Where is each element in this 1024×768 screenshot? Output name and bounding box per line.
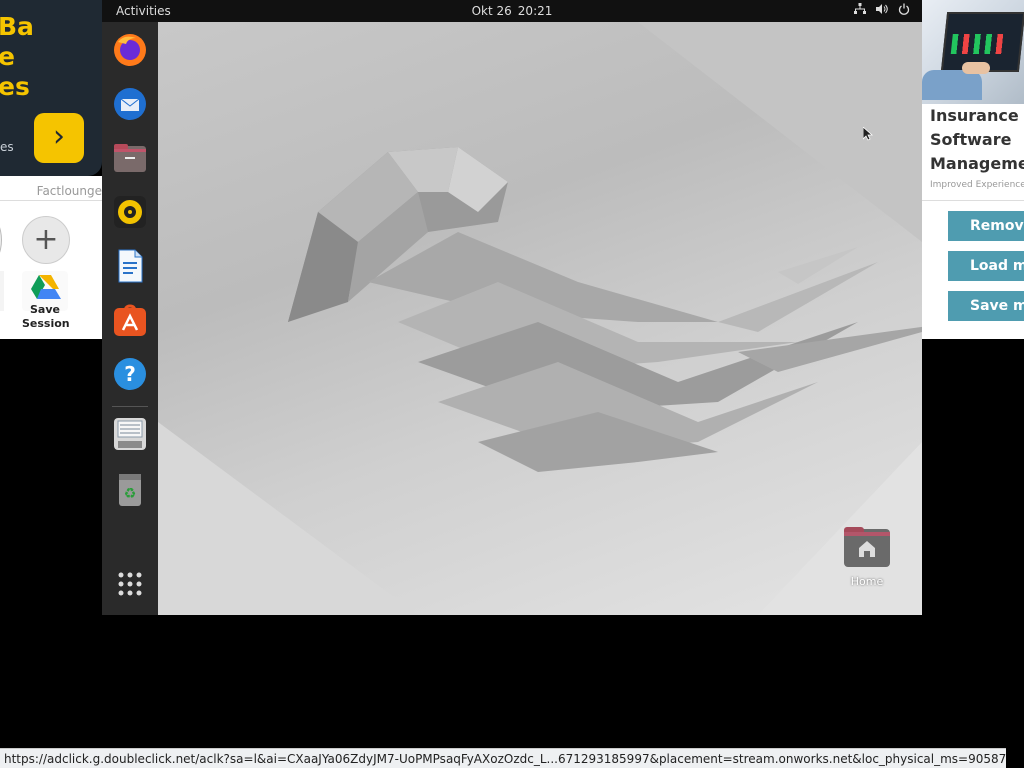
files-icon[interactable] bbox=[112, 140, 148, 176]
dock: ? ♻ bbox=[102, 22, 158, 615]
left-tool-panel: + Save Session bbox=[0, 200, 102, 339]
ad-title: Insurance Software Managemen bbox=[930, 104, 1024, 176]
dock-separator bbox=[112, 406, 148, 407]
desktop-wallpaper[interactable]: Home bbox=[158, 22, 922, 615]
firefox-icon[interactable] bbox=[112, 32, 148, 68]
left-advertisement[interactable]: Ba e es es › bbox=[0, 0, 102, 176]
save-drive-icon[interactable] bbox=[112, 416, 148, 452]
gnome-top-bar: Activities Okt 26 20:21 bbox=[102, 0, 922, 22]
chevron-right-icon: › bbox=[53, 119, 65, 154]
ad-person-arm bbox=[922, 70, 982, 100]
clock-time: 20:21 bbox=[517, 4, 553, 18]
ad-small-text: es bbox=[0, 140, 14, 154]
google-drive-icon bbox=[31, 275, 61, 299]
vm-desktop[interactable]: Activities Okt 26 20:21 ? ♻ Home bbox=[102, 0, 922, 615]
save-session-label: Save Session bbox=[22, 303, 70, 330]
right-tool-panel: Remove Load my Save my bbox=[922, 200, 1024, 339]
volume-icon bbox=[876, 4, 888, 14]
clock[interactable]: Okt 26 20:21 bbox=[102, 4, 922, 18]
ad-title-line-1: Insurance bbox=[930, 106, 1019, 125]
ad-brand: Factlounge bbox=[36, 184, 102, 198]
thunderbird-icon[interactable] bbox=[112, 86, 148, 122]
svg-text:♻: ♻ bbox=[124, 486, 137, 502]
rhythmbox-icon[interactable] bbox=[112, 194, 148, 230]
ad-title-line-3: Managemen bbox=[930, 154, 1024, 173]
svg-text:?: ? bbox=[124, 362, 136, 386]
ad-person-hand bbox=[962, 62, 990, 74]
add-button[interactable]: + bbox=[22, 216, 70, 264]
ad-subtitle: Improved Experiences bbox=[930, 180, 1024, 190]
ad-image bbox=[922, 0, 1024, 104]
libreoffice-writer-icon[interactable] bbox=[112, 248, 148, 284]
ad-headline-line-1: Ba bbox=[0, 12, 34, 41]
browser-status-bar: https://adclick.g.doubleclick.net/aclk?s… bbox=[0, 748, 1006, 768]
save-my-button[interactable]: Save my bbox=[948, 291, 1024, 321]
home-folder-label: Home bbox=[850, 575, 884, 588]
left-ad-footer: Factlounge bbox=[0, 176, 102, 200]
network-icon bbox=[854, 3, 866, 14]
ad-headline-line-3: es bbox=[0, 72, 30, 101]
jellyfish-wallpaper-graphic bbox=[158, 22, 922, 615]
partial-circle-button[interactable] bbox=[0, 216, 2, 264]
ad-title-line-2: Software bbox=[930, 130, 1012, 149]
app-center-icon[interactable] bbox=[112, 302, 148, 338]
load-my-button[interactable]: Load my bbox=[948, 251, 1024, 281]
trash-icon[interactable]: ♻ bbox=[112, 472, 148, 508]
mouse-cursor-icon bbox=[863, 127, 873, 141]
remove-button[interactable]: Remove bbox=[948, 211, 1024, 241]
right-advertisement[interactable]: Insurance Software Managemen Improved Ex… bbox=[922, 0, 1024, 200]
partial-tile bbox=[0, 271, 4, 311]
show-apps-icon[interactable] bbox=[112, 566, 148, 602]
plus-icon: + bbox=[33, 222, 59, 257]
power-icon bbox=[898, 3, 910, 15]
help-icon[interactable]: ? bbox=[112, 356, 148, 392]
home-folder-icon[interactable] bbox=[844, 525, 890, 569]
ad-headline-line-2: e bbox=[0, 42, 15, 71]
ad-next-button[interactable]: › bbox=[34, 113, 84, 163]
clock-date: Okt 26 bbox=[471, 4, 512, 18]
status-url: https://adclick.g.doubleclick.net/aclk?s… bbox=[4, 752, 1006, 766]
system-tray[interactable] bbox=[854, 3, 910, 15]
